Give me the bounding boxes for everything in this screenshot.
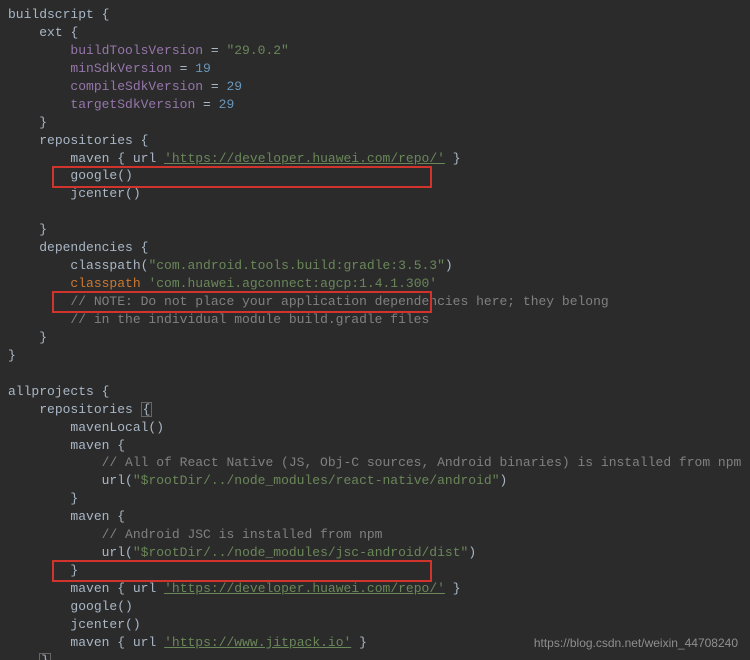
brace-highlight-close: }	[39, 653, 51, 660]
repo-jcenter-1: jcenter()	[70, 186, 140, 201]
kw-maven-2: maven	[70, 438, 109, 453]
val-buildtools: "29.0.2"	[226, 43, 288, 58]
kw-buildscript: buildscript	[8, 7, 94, 22]
kw-url-3: url	[133, 635, 156, 650]
comment-note-1: // NOTE: Do not place your application d…	[70, 294, 608, 309]
kw-repositories-2: repositories	[39, 402, 133, 417]
comment-jsc: // Android JSC is installed from npm	[102, 527, 383, 542]
kw-ext: ext	[39, 25, 62, 40]
dep-gradle: "com.android.tools.build:gradle:3.5.3"	[148, 258, 444, 273]
url-jitpack: 'https://www.jitpack.io'	[164, 635, 351, 650]
kw-dependencies: dependencies	[39, 240, 133, 255]
kw-maven-1: maven	[70, 151, 109, 166]
val-minsdk: 19	[195, 61, 211, 76]
path-jsc: /../node_modules/jsc-android/dist"	[203, 545, 468, 560]
kw-maven-3: maven	[70, 509, 109, 524]
gradle-code-block[interactable]: buildscript { ext { buildToolsVersion = …	[0, 0, 750, 660]
url-huawei-1: 'https://developer.huawei.com/repo/'	[164, 151, 445, 166]
repo-mavenlocal: mavenLocal()	[70, 420, 164, 435]
kw-maven-5: maven	[70, 635, 109, 650]
rootdir-jsc: "$rootDir	[133, 545, 203, 560]
fn-classpath-1: classpath	[70, 258, 140, 273]
comment-rn: // All of React Native (JS, Obj-C source…	[102, 455, 742, 470]
kw-maven-4: maven	[70, 581, 109, 596]
repo-jcenter-2: jcenter()	[70, 617, 140, 632]
comment-note-2: // in the individual module build.gradle…	[70, 312, 429, 327]
dep-agconnect: 'com.huawei.agconnect:agcp:1.4.1.300'	[148, 276, 437, 291]
val-compilesdk: 29	[226, 79, 242, 94]
path-rn: /../node_modules/react-native/android"	[203, 473, 499, 488]
kw-repositories-1: repositories	[39, 133, 133, 148]
kw-allprojects: allprojects	[8, 384, 94, 399]
val-targetsdk: 29	[219, 97, 235, 112]
kw-url-1: url	[133, 151, 156, 166]
brace-highlight-open: {	[141, 402, 153, 417]
url-huawei-2: 'https://developer.huawei.com/repo/'	[164, 581, 445, 596]
repo-google-2: google()	[70, 599, 132, 614]
rootdir-rn: "$rootDir	[133, 473, 203, 488]
repo-google-1: google()	[70, 168, 132, 183]
kw-classpath-2: classpath	[70, 276, 140, 291]
kw-url-2: url	[133, 581, 156, 596]
watermark-text: https://blog.csdn.net/weixin_44708240	[534, 635, 738, 652]
